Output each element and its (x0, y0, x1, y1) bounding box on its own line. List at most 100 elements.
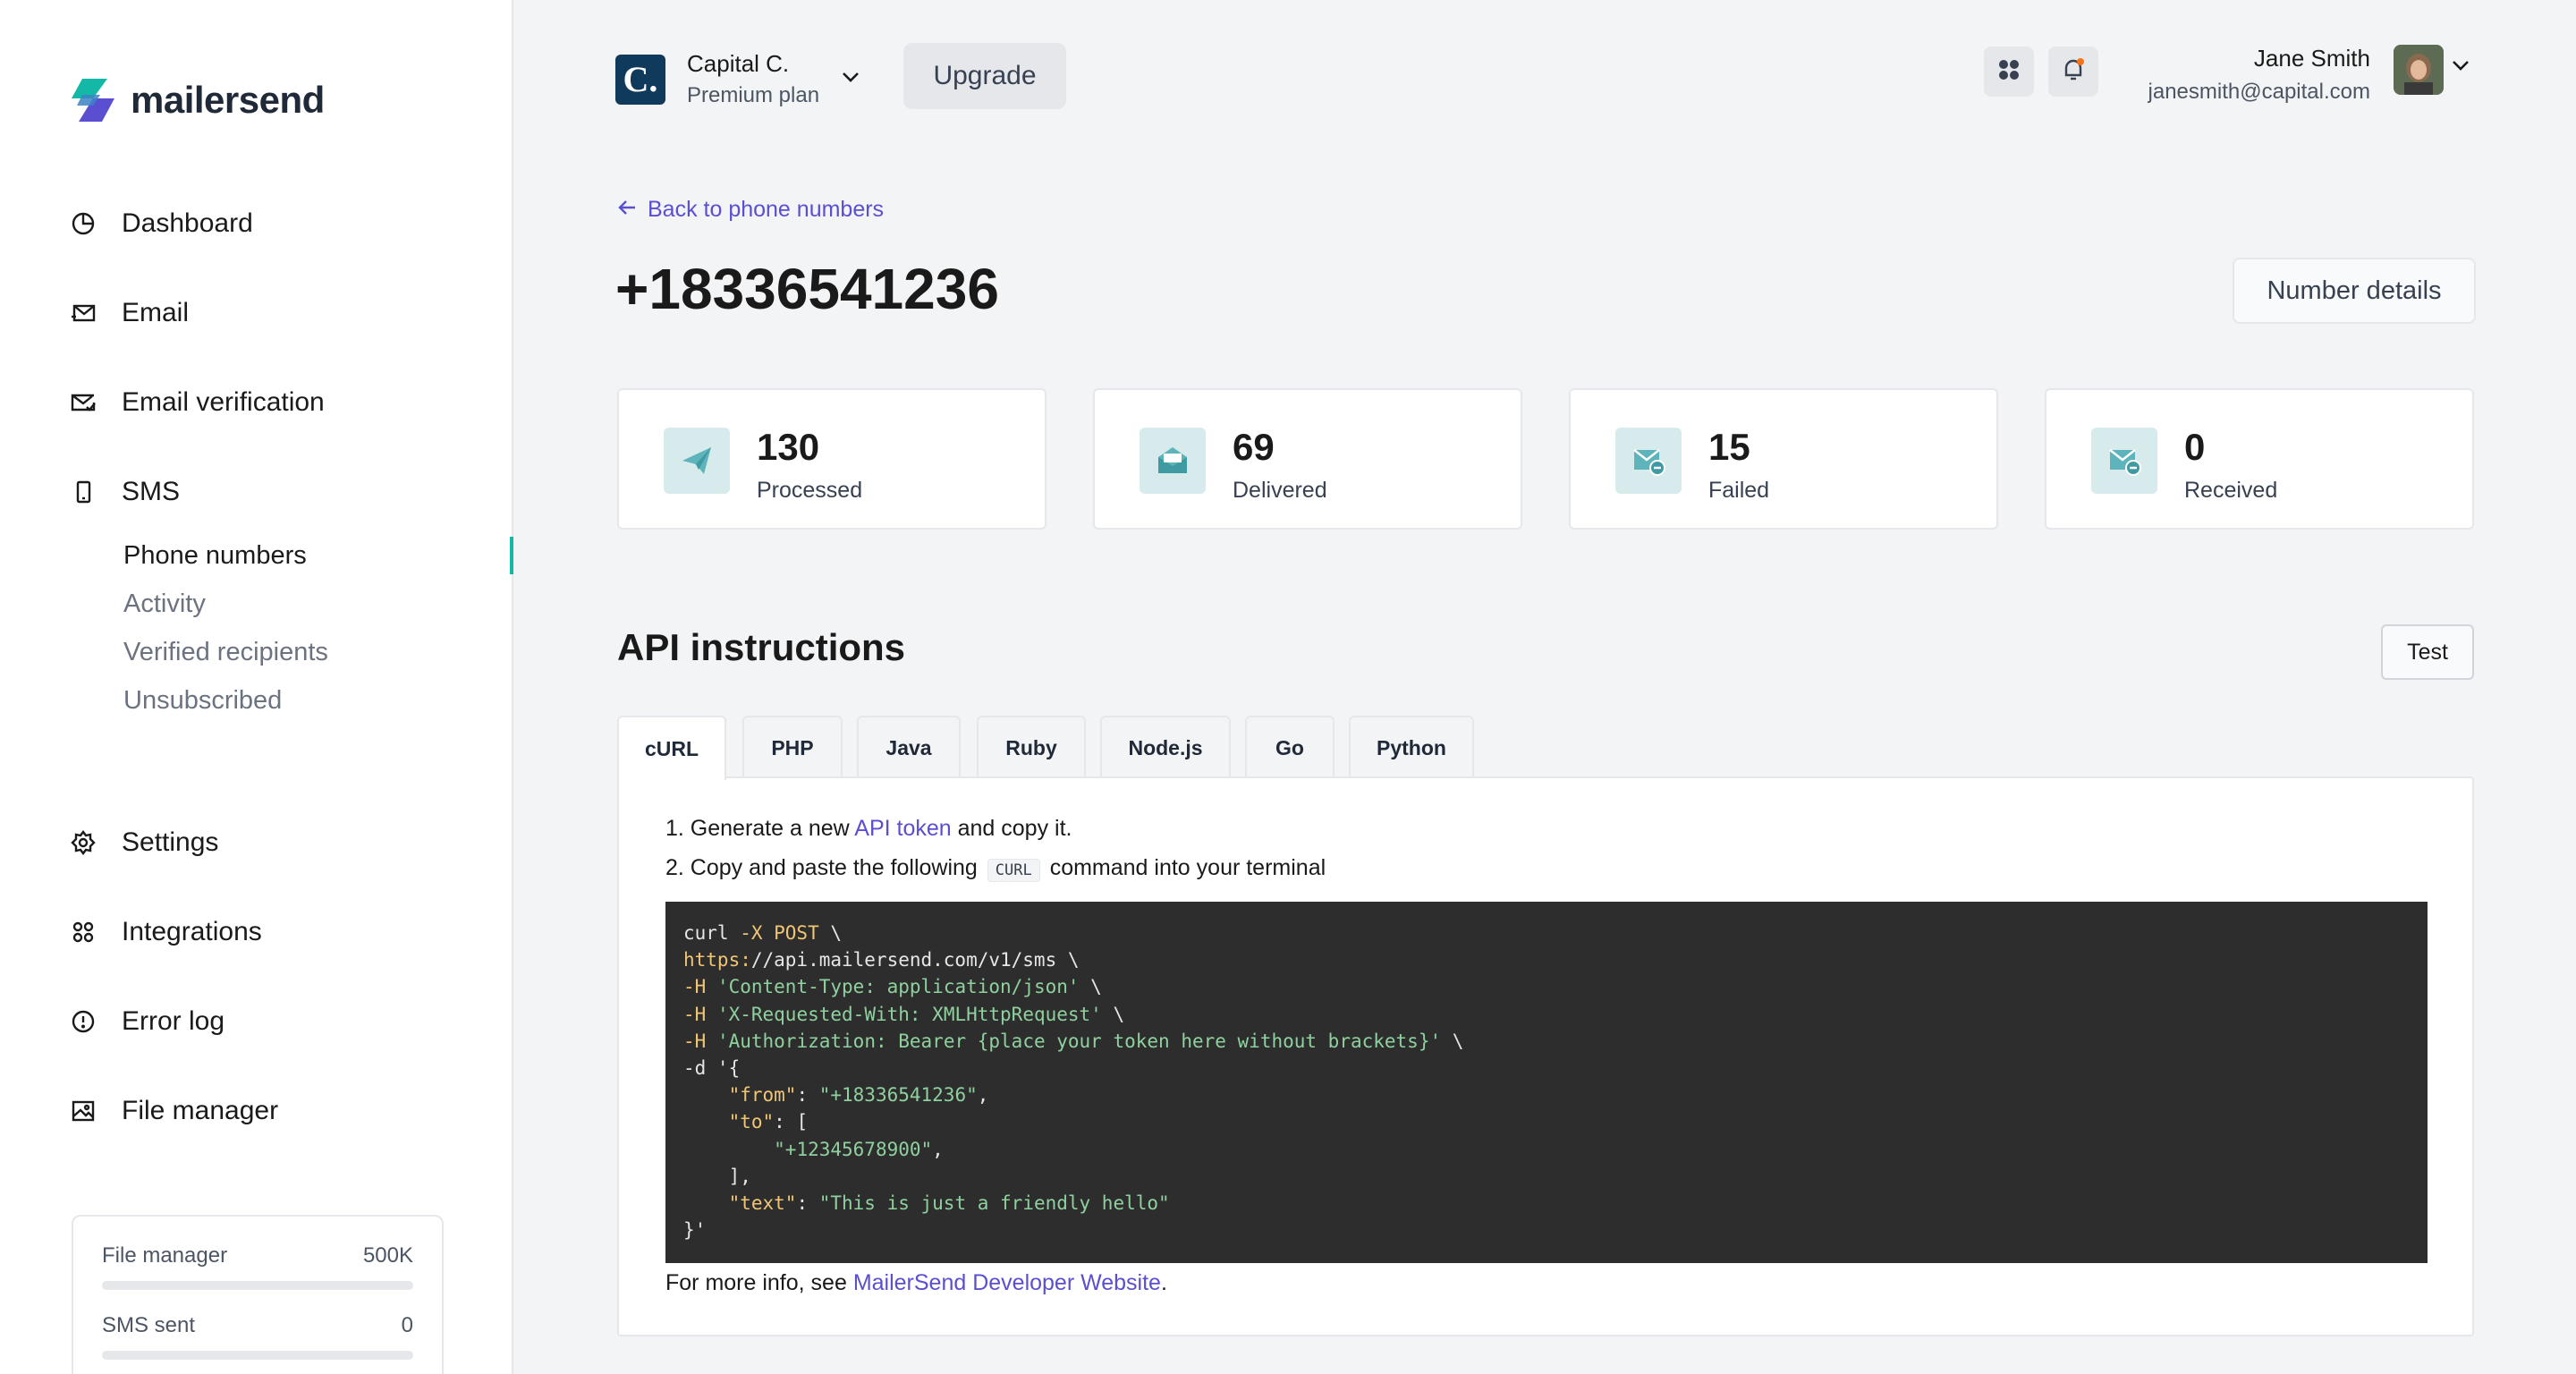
org-plan: Premium plan (687, 83, 820, 107)
image-icon (70, 1098, 97, 1124)
sidebar-item-settings[interactable]: Settings (70, 816, 218, 869)
bell-icon (2060, 56, 2087, 88)
sidebar-subitem-phone-numbers[interactable]: Phone numbers (123, 533, 307, 578)
brand-name: mailersend (131, 79, 325, 121)
sidebar-item-label: SMS (122, 477, 181, 506)
stat-card-received: 0 Received (2045, 388, 2474, 530)
code-token: -H (683, 1003, 707, 1025)
code-token: //api.mailersend.com/v1/sms \ (750, 949, 1080, 971)
code-token: curl (683, 922, 741, 944)
active-indicator (510, 537, 513, 574)
code-token: "+12345678900" (774, 1138, 933, 1160)
more-info-suffix: . (1160, 1270, 1167, 1295)
developer-website-link[interactable]: MailerSend Developer Website (853, 1270, 1161, 1295)
notifications-button[interactable] (2048, 47, 2098, 97)
avatar[interactable] (2394, 45, 2444, 95)
sidebar-subitem-unsubscribed[interactable]: Unsubscribed (123, 678, 282, 723)
instruction-step-1: 1. Generate a new API token and copy it. (665, 816, 1072, 842)
code-token: "from" (728, 1084, 797, 1107)
step-text: command into your terminal (1043, 855, 1326, 880)
sidebar-item-sms[interactable]: SMS (70, 465, 180, 519)
sidebar-item-email[interactable]: Email (70, 286, 189, 340)
tab-ruby[interactable]: Ruby (977, 716, 1086, 778)
sidebar-item-label: Dashboard (122, 208, 253, 238)
code-token: https: (683, 949, 751, 971)
back-link[interactable]: Back to phone numbers (617, 197, 884, 223)
code-token: }' (683, 1219, 707, 1242)
api-instructions-panel: 1. Generate a new API token and copy it.… (617, 776, 2474, 1336)
code-token: \ (1101, 1003, 1125, 1025)
sidebar-item-file-manager[interactable]: File manager (70, 1084, 278, 1138)
sidebar-item-label: Settings (122, 827, 219, 857)
usage-label: SMS sent (102, 1313, 196, 1337)
stat-value: 0 (2184, 426, 2206, 468)
envelope-minus-icon (1615, 428, 1682, 494)
gear-icon (70, 829, 97, 856)
apps-button[interactable] (1984, 47, 2034, 97)
sidebar-item-error-log[interactable]: Error log (70, 995, 225, 1048)
code-token: 'Authorization: Bearer {place your token… (716, 1030, 1442, 1052)
code-token: "to" (728, 1111, 775, 1133)
upgrade-button[interactable]: Upgrade (903, 43, 1066, 109)
sidebar-item-label: Integrations (122, 917, 262, 946)
code-token: ], (683, 1165, 751, 1187)
usage-label: File manager (102, 1243, 228, 1268)
code-block[interactable]: curl -X POST \ https://api.mailersend.co… (665, 902, 2428, 1263)
tab-curl[interactable]: cURL (617, 716, 726, 780)
sidebar-item-dashboard[interactable]: Dashboard (70, 197, 253, 250)
user-email: janesmith@capital.com (2148, 80, 2370, 104)
user-menu[interactable]: Jane Smith janesmith@capital.com (2148, 45, 2370, 105)
envelope-send-icon (70, 300, 97, 327)
sidebar-item-label: Email (122, 298, 190, 327)
usage-row: SMS sent 0 (102, 1313, 413, 1338)
tab-java[interactable]: Java (857, 716, 961, 778)
step-text: and copy it. (951, 816, 1072, 841)
tab-python[interactable]: Python (1349, 716, 1474, 778)
org-switcher[interactable]: C. Capital C. Premium plan (615, 50, 860, 108)
sidebar: mailersend Dashboard Email Email verific… (0, 0, 513, 1374)
arrow-left-icon (617, 197, 637, 223)
usage-value: 0 (401, 1313, 413, 1337)
stat-card-processed: 130 Processed (617, 388, 1046, 530)
tab-go[interactable]: Go (1245, 716, 1335, 778)
sidebar-item-integrations[interactable]: Integrations (70, 905, 262, 959)
test-button[interactable]: Test (2381, 624, 2474, 680)
code-token: \ (818, 922, 843, 944)
stat-value: 15 (1708, 426, 1750, 468)
step-text: 1. Generate a new (665, 816, 855, 841)
more-info-prefix: For more info, see (665, 1270, 853, 1295)
code-token: -H (683, 976, 707, 998)
apps-grid-icon (1996, 57, 2021, 87)
code-token: 'Content-Type: application/json' (716, 976, 1080, 998)
sidebar-item-label: Email verification (122, 387, 325, 417)
usage-card: File manager 500K SMS sent 0 (72, 1215, 444, 1374)
tab-php[interactable]: PHP (742, 716, 843, 778)
top-bar: C. Capital C. Premium plan Upgrade Jane … (513, 0, 2576, 152)
user-chevron-down-icon[interactable] (2451, 59, 2470, 76)
api-instructions-title: API instructions (617, 626, 906, 668)
alert-circle-icon (70, 1008, 97, 1035)
usage-value: 500K (362, 1243, 413, 1268)
sidebar-subitem-activity[interactable]: Activity (123, 581, 206, 626)
usage-row: File manager 500K (102, 1243, 413, 1268)
sidebar-item-email-verification[interactable]: Email verification (70, 376, 325, 429)
inline-code: CURL (987, 859, 1040, 882)
api-token-link[interactable]: API token (854, 816, 951, 841)
org-name: Capital C. (687, 50, 790, 77)
sidebar-subitem-verified-recipients[interactable]: Verified recipients (123, 630, 328, 674)
sidebar-item-label: Error log (122, 1006, 225, 1036)
tab-nodejs[interactable]: Node.js (1100, 716, 1231, 778)
stat-label: Received (2184, 478, 2278, 503)
brand-logo[interactable]: mailersend (70, 77, 325, 123)
stat-label: Failed (1708, 478, 1770, 503)
code-token: -H (683, 1030, 707, 1052)
sidebar-item-label: File manager (122, 1096, 279, 1125)
org-logo: C. (615, 54, 665, 105)
paper-plane-icon (664, 428, 730, 494)
code-token: \ (1079, 976, 1102, 998)
number-details-button[interactable]: Number details (2233, 258, 2476, 324)
mailersend-logo-icon (70, 77, 116, 123)
usage-progress-bar (102, 1351, 413, 1360)
more-info-text: For more info, see MailerSend Developer … (665, 1270, 1167, 1296)
code-token: "+18336541236" (818, 1084, 978, 1107)
